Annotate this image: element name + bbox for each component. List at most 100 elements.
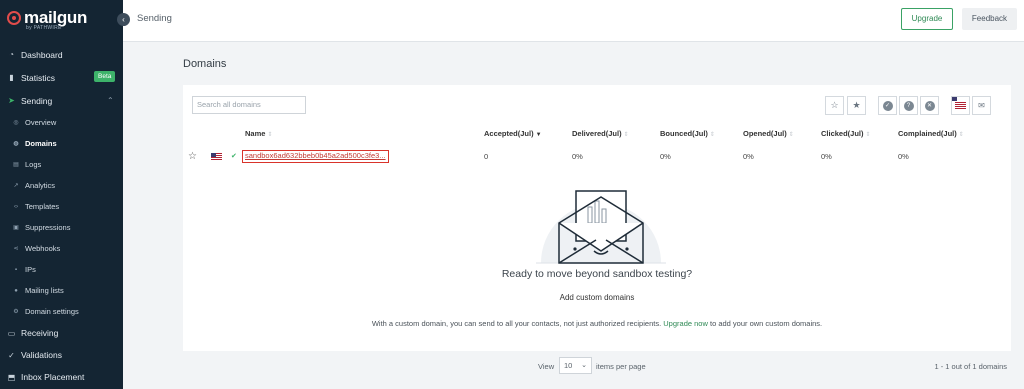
column-label: Name	[245, 129, 266, 138]
sidebar-item-receiving[interactable]: ▭ Receiving	[0, 322, 123, 344]
sidebar-item-statistics[interactable]: ▮ Statistics Beta	[0, 66, 123, 89]
empty-state-description: With a custom domain, you can send to al…	[183, 319, 1011, 328]
sort-icon: ⇕	[958, 132, 964, 138]
table-header: Name ⇕ Accepted(Jul) ▼ Delivered(Jul) ⇕ Bou…	[183, 126, 1011, 142]
question-circle-icon: ?	[903, 100, 914, 111]
sidebar-sub-logs[interactable]: ▤ Logs	[0, 154, 123, 175]
us-flag-icon	[955, 102, 966, 109]
sidebar-sub-suppressions[interactable]: ▣ Suppressions	[0, 217, 123, 238]
star-outline-icon: ☆	[830, 100, 839, 110]
sort-desc-icon: ▼	[535, 132, 542, 138]
chevron-left-icon: ‹	[122, 15, 125, 24]
beta-badge: Beta	[94, 71, 116, 82]
star-filled-icon: ★	[852, 100, 861, 110]
check-user-icon: ✓	[8, 350, 15, 360]
collapse-sidebar-button[interactable]: ‹	[117, 13, 130, 26]
domains-card: Search all domains ☆ ★ ✓ ? ✕ ✉ Name ⇕ Acc…	[183, 85, 1011, 351]
sidebar-sub-label: Mailing lists	[25, 286, 64, 295]
sidebar-sub-label: Webhooks	[25, 244, 61, 253]
sidebar-item-label: Dashboard	[21, 49, 63, 60]
sidebar-item-label: Sending	[21, 95, 53, 106]
settings-icon: ⚙	[13, 308, 19, 315]
domain-link[interactable]: sandbox6ad632bbeb0b45a2ad500c3fe3...	[242, 150, 389, 163]
star-outline-icon[interactable]: ☆	[188, 151, 197, 162]
sidebar-item-validations[interactable]: ✓ Validations	[0, 344, 123, 366]
sidebar-sub-mailing-lists[interactable]: ● Mailing lists	[0, 280, 123, 301]
sidebar-item-inbox-placement[interactable]: ⬒ Inbox Placement	[0, 366, 123, 388]
search-input[interactable]: Search all domains	[192, 96, 306, 114]
sidebar-sub-templates[interactable]: ‹› Templates	[0, 196, 123, 217]
breadcrumb: Sending	[137, 13, 172, 24]
check-circle-icon: ✓	[882, 100, 893, 111]
top-bar: Sending Upgrade Feedback	[123, 0, 1024, 42]
dashboard-icon: ◔	[9, 50, 14, 59]
suppressions-icon: ▣	[13, 224, 19, 231]
sidebar-sub-webhooks[interactable]: ⋖ Webhooks	[0, 238, 123, 259]
sidebar-sub-label: Analytics	[25, 181, 56, 190]
sidebar-sub-domain-settings[interactable]: ⚙ Domain settings	[0, 301, 123, 322]
chevron-up-icon: ⌃	[107, 96, 114, 105]
sort-icon: ⇕	[865, 132, 871, 138]
globe-icon: ◍	[13, 140, 19, 147]
per-page-select[interactable]: 10 ⌄	[559, 357, 592, 374]
filter-active-button[interactable]: ✓	[878, 96, 897, 115]
sidebar-sub-analytics[interactable]: ↗ Analytics	[0, 175, 123, 196]
column-name[interactable]: Name ⇕	[245, 129, 272, 138]
column-delivered[interactable]: Delivered(Jul) ⇕	[572, 129, 629, 138]
add-custom-domains-link[interactable]: Add custom domains	[183, 293, 1011, 302]
cell-delivered: 0%	[572, 152, 583, 161]
chevron-down-icon: ⌄	[581, 362, 587, 369]
send-icon: ➤	[8, 96, 15, 105]
brand-sub: by PATHWIRE	[26, 25, 62, 31]
sidebar-nav: ◔ Dashboard ▮ Statistics Beta ➤ Sending …	[0, 43, 123, 388]
cell-clicked: 0%	[821, 152, 832, 161]
sidebar-item-dashboard[interactable]: ◔ Dashboard	[0, 43, 123, 66]
cell-accepted: 0	[484, 152, 489, 161]
mailgun-logo-icon	[7, 11, 21, 25]
filter-unstarred-button[interactable]: ☆	[825, 96, 844, 115]
bar-chart-icon: ▮	[9, 73, 14, 82]
description-text-end: to add your own custom domains.	[709, 319, 823, 328]
sort-icon: ⇕	[709, 132, 715, 138]
envelope-illustration	[536, 190, 666, 264]
filter-unverified-button[interactable]: ?	[899, 96, 918, 115]
cell-opened: 0%	[743, 152, 754, 161]
feedback-button[interactable]: Feedback	[962, 8, 1017, 30]
view-label: View	[538, 362, 555, 371]
overview-icon: ◎	[13, 119, 19, 126]
filter-disabled-button[interactable]: ✕	[920, 96, 939, 115]
pagination: View 10 ⌄ items per page 1 - 1 out of 1 …	[183, 356, 1011, 376]
region-eu-button[interactable]: ✉	[972, 96, 991, 115]
sidebar-sub-overview[interactable]: ◎ Overview	[0, 112, 123, 133]
sidebar-sub-label: Domain settings	[25, 307, 79, 316]
upgrade-button[interactable]: Upgrade	[901, 8, 953, 30]
column-label: Accepted(Jul)	[484, 129, 534, 138]
cell-bounced: 0%	[660, 152, 671, 161]
sort-icon: ⇕	[267, 132, 273, 138]
sidebar-sub-domains[interactable]: ◍ Domains	[0, 133, 123, 154]
sidebar-sub-label: Templates	[25, 202, 60, 211]
region-us-button[interactable]	[951, 96, 970, 115]
page-title: Domains	[183, 58, 227, 70]
sidebar-sub-ips[interactable]: ▪ IPs	[0, 259, 123, 280]
us-flag-icon	[211, 153, 222, 160]
code-icon: ‹›	[14, 203, 18, 210]
column-clicked[interactable]: Clicked(Jul) ⇕	[821, 129, 871, 138]
table-row: ☆ ✔ sandbox6ad632bbeb0b45a2ad500c3fe3...…	[183, 148, 1011, 165]
webhooks-icon: ⋖	[13, 245, 19, 252]
column-complained[interactable]: Complained(Jul) ⇕	[898, 129, 964, 138]
filter-starred-button[interactable]: ★	[847, 96, 866, 115]
upgrade-now-link[interactable]: Upgrade now	[663, 319, 708, 328]
column-bounced[interactable]: Bounced(Jul) ⇕	[660, 129, 715, 138]
column-accepted[interactable]: Accepted(Jul) ▼	[484, 129, 542, 138]
sidebar-sub-label: Suppressions	[25, 223, 71, 232]
sidebar-sub-label: Overview	[25, 118, 57, 127]
mail-icon: ✉	[978, 101, 985, 110]
column-label: Clicked(Jul)	[821, 129, 864, 138]
sidebar: mailgun by PATHWIRE ◔ Dashboard ▮ Statis…	[0, 0, 123, 389]
column-opened[interactable]: Opened(Jul) ⇕	[743, 129, 794, 138]
sidebar-item-label: Inbox Placement	[21, 372, 85, 382]
sidebar-item-sending[interactable]: ➤ Sending ⌃	[0, 89, 123, 112]
inbox-icon: ▭	[7, 328, 16, 338]
result-count: 1 - 1 out of 1 domains	[934, 362, 1007, 371]
